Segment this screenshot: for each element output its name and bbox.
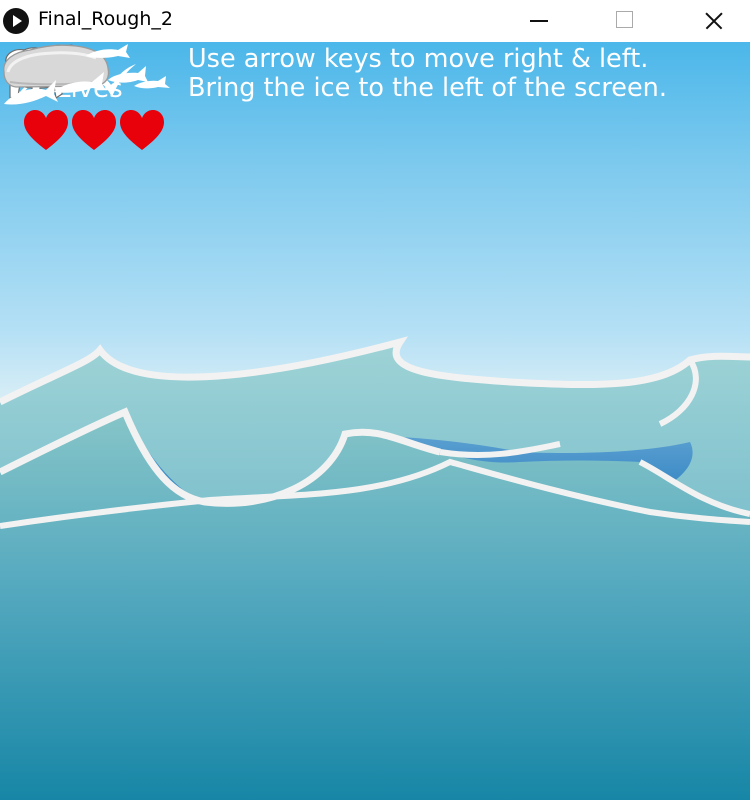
instruction-line-1: Use arrow keys to move right & left.: [188, 44, 649, 74]
maximize-icon[interactable]: [602, 0, 648, 42]
window-title: Final_Rough_2: [38, 8, 173, 30]
game-window: Final_Rough_2 Lives Use arrow keys to mo…: [0, 0, 750, 800]
fish-icon: [4, 80, 58, 105]
fish-school: [4, 44, 170, 105]
minimize-icon[interactable]: [516, 0, 562, 42]
heart-icon: [72, 110, 116, 150]
close-icon[interactable]: [690, 0, 736, 42]
fish-icon: [86, 44, 130, 58]
game-canvas[interactable]: Lives Use arrow keys to move right & lef…: [0, 42, 750, 800]
fish-icon: [54, 72, 106, 93]
play-icon: [3, 8, 29, 34]
title-bar: Final_Rough_2: [0, 0, 750, 42]
heart-icon: [24, 110, 68, 150]
front-wave: [0, 412, 750, 800]
ocean-waves: [0, 336, 750, 800]
heart-icon: [120, 110, 164, 150]
instruction-line-2: Bring the ice to the left of the screen.: [188, 73, 667, 103]
instructions: Use arrow keys to move right & left. Bri…: [188, 45, 667, 103]
fish-icon: [108, 66, 148, 83]
